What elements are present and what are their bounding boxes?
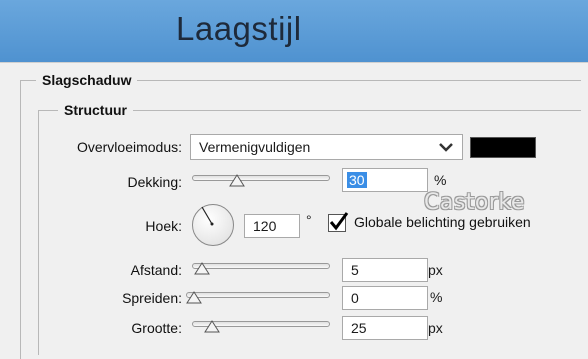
structure-legend: Structuur [58, 102, 133, 118]
slider-thumb[interactable] [229, 174, 245, 187]
slider-track [192, 175, 330, 181]
blend-mode-select[interactable]: Vermenigvuldigen [190, 134, 463, 160]
opacity-unit: % [434, 172, 447, 188]
angle-dial-hand [201, 206, 214, 226]
global-light-label: Globale belichting gebruiken [354, 214, 531, 230]
distance-unit: px [428, 262, 443, 278]
drop-shadow-legend: Slagschaduw [36, 72, 138, 88]
title-bar: Laagstijl [0, 0, 588, 62]
watermark-text: Castorke [424, 190, 525, 215]
distance-slider[interactable] [192, 260, 330, 275]
global-light-checkbox[interactable] [328, 212, 349, 232]
size-slider[interactable] [192, 318, 330, 333]
slider-thumb[interactable] [186, 291, 202, 304]
checkmark-icon [329, 212, 349, 231]
opacity-input[interactable]: 30 [342, 168, 428, 192]
window-title: Laagstijl [176, 10, 302, 47]
distance-label: Afstand: [130, 262, 182, 278]
size-unit: px [428, 320, 443, 336]
blend-mode-value: Vermenigvuldigen [199, 139, 311, 155]
slider-track [186, 292, 330, 298]
opacity-label: Dekking: [127, 174, 182, 190]
opacity-slider[interactable] [192, 172, 330, 187]
blend-mode-label: Overvloeimodus: [76, 139, 182, 155]
angle-input[interactable]: 120 [244, 214, 300, 238]
slider-thumb[interactable] [194, 262, 210, 275]
shadow-color-swatch[interactable] [470, 137, 536, 158]
chevron-down-icon [439, 143, 453, 152]
spread-label: Spreiden: [122, 290, 182, 306]
spread-input[interactable]: 0 [342, 286, 428, 310]
size-label: Grootte: [131, 320, 182, 336]
size-input[interactable]: 25 [342, 316, 428, 340]
distance-input[interactable]: 5 [342, 258, 428, 282]
spread-unit: % [430, 289, 443, 305]
spread-value: 0 [351, 290, 359, 306]
size-value: 25 [351, 320, 367, 336]
angle-dial[interactable] [192, 204, 234, 246]
distance-value: 5 [351, 262, 359, 278]
opacity-value: 30 [347, 172, 367, 188]
angle-label: Hoek: [145, 218, 182, 234]
slider-thumb[interactable] [204, 320, 220, 333]
slider-track [192, 263, 330, 269]
angle-unit: ° [306, 212, 312, 228]
spread-slider[interactable] [186, 289, 330, 304]
angle-value: 120 [253, 218, 277, 234]
